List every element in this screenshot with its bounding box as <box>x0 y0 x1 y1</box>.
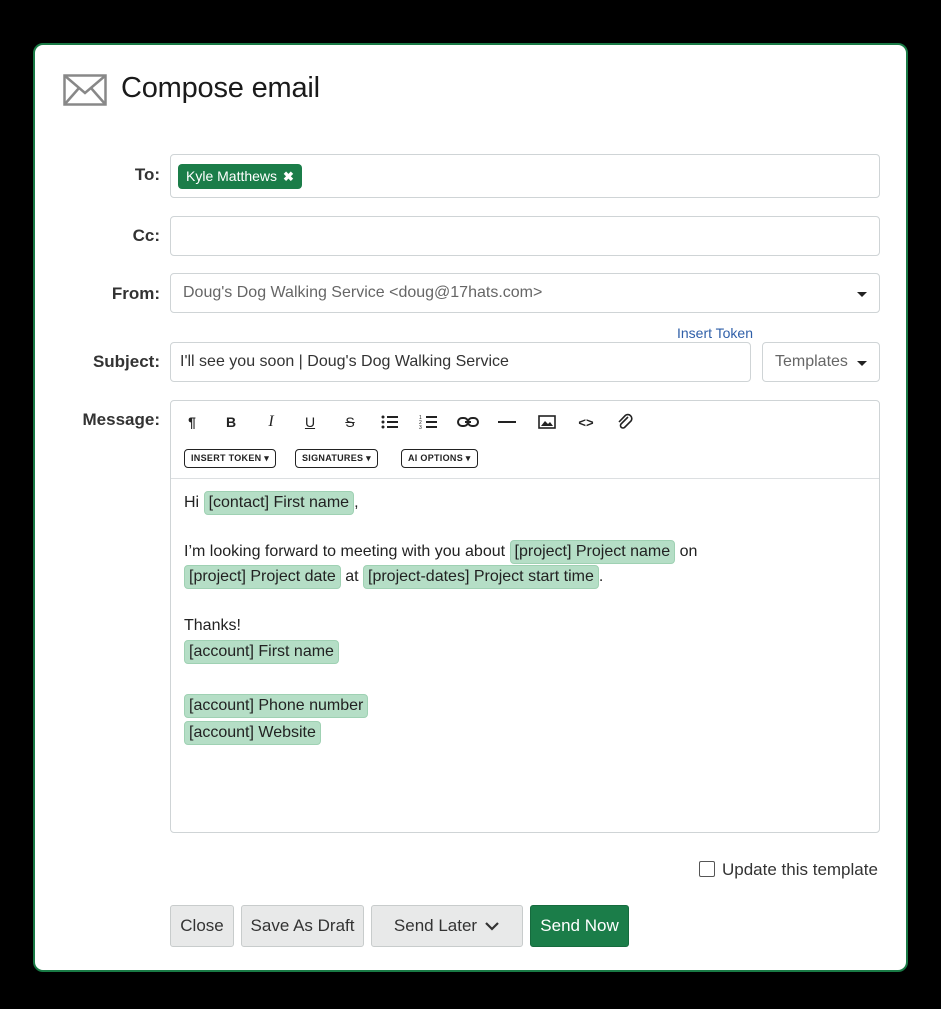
recipient-chip[interactable]: Kyle Matthews ✖ <box>178 164 302 189</box>
bullet-list-icon[interactable] <box>378 413 402 431</box>
attachment-icon[interactable] <box>613 413 637 431</box>
message-label: Message: <box>82 410 160 429</box>
numbered-list-icon[interactable]: 1 2 3 <box>417 413 441 431</box>
comma-text: , <box>354 494 359 511</box>
chevron-down-icon <box>857 361 867 366</box>
body-greeting-line[interactable]: Hi [contact] First name, <box>184 491 359 515</box>
underline-icon[interactable]: U <box>298 413 322 431</box>
horizontal-rule-icon[interactable] <box>495 413 519 431</box>
body-text-on: on <box>679 543 698 560</box>
token-project-start-time[interactable]: [project-dates] Project start time <box>363 565 599 589</box>
greeting-text: Hi <box>184 494 200 511</box>
period-text: . <box>598 568 604 585</box>
send-later-button[interactable]: Send Later <box>371 905 523 947</box>
to-field[interactable]: Kyle Matthews ✖ <box>170 154 880 198</box>
body-line-website[interactable]: [account] Website <box>184 721 321 745</box>
message-editor[interactable]: ¶ B I U S 1 2 3 <> INSERT TOKEN ▾ SIGNAT… <box>170 400 880 833</box>
body-line-account[interactable]: [account] First name <box>184 640 339 664</box>
update-template-checkbox[interactable] <box>699 861 715 877</box>
token-account-website[interactable]: [account] Website <box>184 721 321 745</box>
templates-select[interactable]: Templates <box>762 342 880 382</box>
update-template-label[interactable]: Update this template <box>722 860 878 880</box>
from-select[interactable]: Doug's Dog Walking Service <doug@17hats.… <box>170 273 880 313</box>
code-icon[interactable]: <> <box>574 413 598 431</box>
insert-token-dropdown[interactable]: INSERT TOKEN ▾ <box>184 449 277 468</box>
chevron-down-icon <box>485 922 499 931</box>
cc-label: Cc: <box>132 226 160 245</box>
send-now-button[interactable]: Send Now <box>530 905 629 947</box>
close-button[interactable]: Close <box>170 905 234 947</box>
cc-field[interactable] <box>170 216 880 256</box>
envelope-icon <box>63 74 107 106</box>
token-contact-first-name[interactable]: [contact] First name <box>203 491 355 515</box>
to-label: To: <box>134 165 160 184</box>
paragraph-icon[interactable]: ¶ <box>180 413 204 431</box>
body-line-2[interactable]: I’m looking forward to meeting with you … <box>184 540 697 564</box>
token-account-phone[interactable]: [account] Phone number <box>184 694 369 718</box>
page-title: Compose email <box>121 72 320 104</box>
signatures-dropdown[interactable]: SIGNATURES ▾ <box>295 449 378 468</box>
insert-token-link[interactable]: Insert Token <box>677 325 753 341</box>
send-later-label: Send Later <box>393 916 478 935</box>
save-draft-button[interactable]: Save As Draft <box>241 905 364 947</box>
body-text: I’m looking forward to meeting with you … <box>184 543 506 560</box>
svg-text:3: 3 <box>419 425 422 431</box>
subject-label: Subject: <box>92 352 160 371</box>
token-project-name[interactable]: [project] Project name <box>509 540 676 564</box>
body-thanks: Thanks! <box>184 617 241 634</box>
remove-recipient-icon[interactable]: ✖ <box>283 164 294 189</box>
body-line-3[interactable]: [project] Project date at [project-dates… <box>184 565 603 589</box>
body-line-phone[interactable]: [account] Phone number <box>184 694 369 718</box>
compose-email-dialog: Compose email To: Kyle Matthews ✖ Cc: Fr… <box>33 43 908 972</box>
bold-icon[interactable]: B <box>219 413 243 431</box>
from-value: Doug's Dog Walking Service <doug@17hats.… <box>183 284 543 301</box>
italic-icon[interactable]: I <box>259 413 283 431</box>
strikethrough-icon[interactable]: S <box>338 413 362 431</box>
image-icon[interactable] <box>535 413 559 431</box>
templates-label: Templates <box>775 353 848 370</box>
link-icon[interactable] <box>456 413 480 431</box>
subject-value: I'll see you soon | Doug's Dog Walking S… <box>180 353 509 370</box>
body-text-at: at <box>345 568 359 585</box>
token-account-first-name[interactable]: [account] First name <box>184 640 339 664</box>
ai-options-dropdown[interactable]: AI OPTIONS ▾ <box>401 449 478 468</box>
toolbar-divider <box>171 478 879 479</box>
subject-input[interactable]: I'll see you soon | Doug's Dog Walking S… <box>170 342 751 382</box>
recipient-name: Kyle Matthews <box>186 168 278 184</box>
chevron-down-icon <box>857 292 867 297</box>
token-project-date[interactable]: [project] Project date <box>184 565 341 589</box>
from-label: From: <box>111 284 160 303</box>
